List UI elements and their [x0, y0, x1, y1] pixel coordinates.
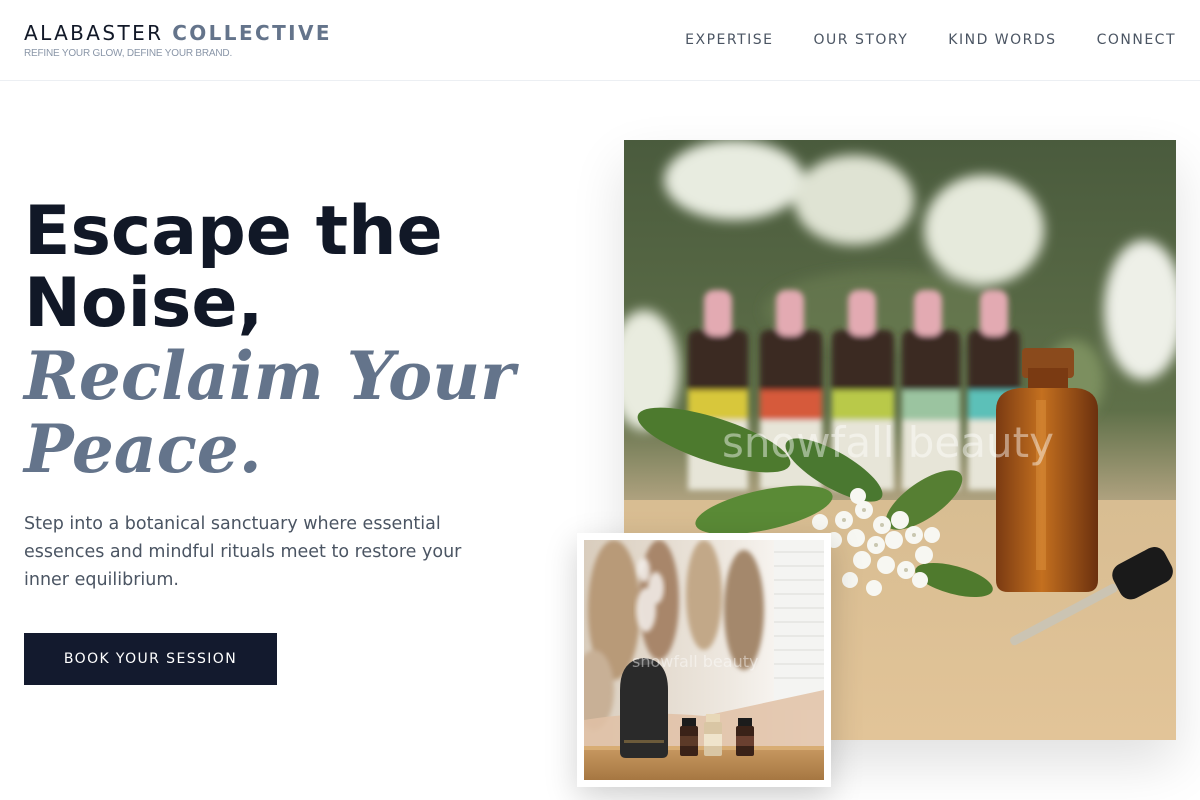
site-header: ALABASTER COLLECTIVE REFINE YOUR GLOW, D… [0, 0, 1200, 81]
main-nav: EXPERTISE OUR STORY KIND WORDS CONNECT [685, 31, 1176, 49]
hero-heading-italic-line1: Reclaim Your [24, 337, 515, 415]
hero-heading-line2: Noise, [24, 264, 264, 343]
nav-item-connect[interactable]: CONNECT [1097, 31, 1176, 49]
diffuser-image: snowfall beauty [584, 540, 824, 780]
brand-tagline: REFINE YOUR GLOW, DEFINE YOUR BRAND. [24, 48, 233, 59]
diffuser-image-card: snowfall beauty [577, 533, 831, 787]
hero-heading-line1: Escape the [24, 192, 443, 271]
brand-name-part1: ALABASTER [24, 21, 164, 45]
nav-item-kind-words[interactable]: KIND WORDS [948, 31, 1056, 49]
brand-name: ALABASTER COLLECTIVE [24, 21, 332, 45]
nav-item-our-story[interactable]: OUR STORY [814, 31, 909, 49]
hero-heading-italic-line2: Peace. [24, 410, 262, 488]
book-session-button[interactable]: BOOK YOUR SESSION [24, 633, 277, 685]
brand-name-part2: COLLECTIVE [172, 21, 332, 45]
hero-subtitle: Step into a botanical sanctuary where es… [24, 514, 462, 590]
nav-item-expertise[interactable]: EXPERTISE [685, 31, 773, 49]
brand-logo[interactable]: ALABASTER COLLECTIVE REFINE YOUR GLOW, D… [24, 21, 332, 59]
hero-heading: Escape the Noise, Reclaim Your Peace. [24, 196, 544, 486]
